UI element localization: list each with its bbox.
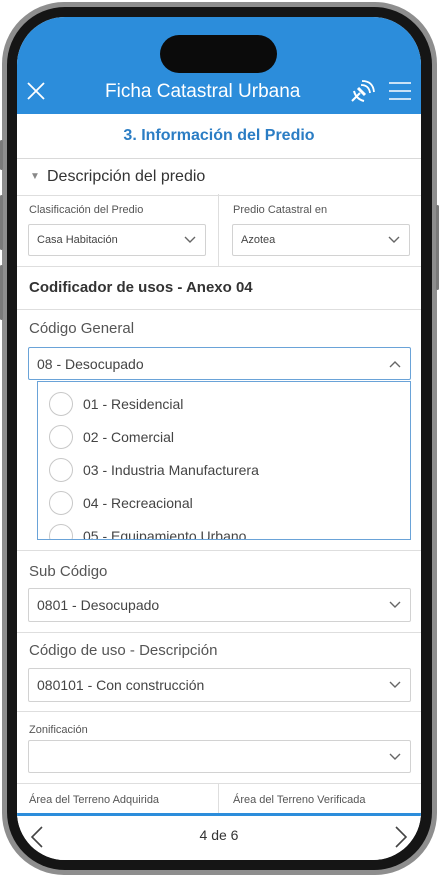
codigo-general-dropdown[interactable]: 01 - Residencial 02 - Comercial 03 - Ind… (37, 381, 411, 540)
sub-codigo-select[interactable]: 0801 - Desocupado (28, 588, 411, 622)
dropdown-option[interactable]: 01 - Residencial (38, 388, 410, 421)
chevron-down-icon (389, 748, 401, 766)
column-divider (218, 194, 219, 266)
radio-button[interactable] (49, 425, 73, 449)
chevron-down-icon (389, 676, 401, 694)
option-label: 01 - Residencial (83, 396, 184, 412)
page-indicator: 4 de 6 (199, 827, 239, 843)
close-icon[interactable] (25, 80, 47, 102)
codigo-general-value: 08 - Desocupado (37, 355, 144, 372)
dropdown-option[interactable]: 03 - Industria Manufacturera (38, 454, 410, 487)
phone-volume-down (0, 265, 3, 320)
chevron-right-icon[interactable] (393, 825, 409, 849)
area-adquirida-label: Área del Terreno Adquirida (29, 794, 160, 806)
clasificacion-select[interactable]: Casa Habitación (28, 224, 206, 256)
radio-button[interactable] (49, 392, 73, 416)
row-divider (17, 550, 421, 551)
group-header-descripcion[interactable]: ▼ Descripción del predio (17, 159, 421, 196)
phone-volume-up (0, 195, 3, 250)
option-label: 05 - Equipamiento Urbano (83, 528, 247, 540)
dropdown-option[interactable]: 04 - Recreacional (38, 487, 410, 520)
zonificacion-label: Zonificación (29, 724, 88, 736)
radio-button[interactable] (49, 491, 73, 515)
satellite-icon[interactable] (348, 79, 376, 105)
codigo-general-label: Código General (29, 320, 135, 337)
row-divider (17, 711, 421, 712)
codigo-uso-value: 080101 - Con construcción (37, 677, 205, 693)
dynamic-island (160, 35, 277, 73)
codigo-uso-select[interactable]: 080101 - Con construcción (28, 668, 411, 702)
radio-button[interactable] (49, 458, 73, 482)
row-divider (17, 783, 421, 784)
app-header: Ficha Catastral Urbana (17, 17, 421, 114)
codificador-heading: Codificador de usos - Anexo 04 (29, 279, 253, 296)
option-label: 04 - Recreacional (83, 495, 193, 511)
section-title: 3. Información del Predio (17, 114, 421, 159)
chevron-down-icon (388, 231, 400, 249)
area-verificada-label: Área del Terreno Verificada (233, 794, 366, 806)
app-title: Ficha Catastral Urbana (105, 81, 301, 102)
chevron-down-icon (184, 231, 196, 249)
row-divider (17, 309, 421, 310)
option-label: 02 - Comercial (83, 429, 175, 445)
predio-catastral-select[interactable]: Azotea (232, 224, 410, 256)
pagination-footer: 4 de 6 (17, 813, 421, 860)
dropdown-option[interactable]: 05 - Equipamiento Urbano (38, 520, 410, 540)
chevron-down-icon (389, 596, 401, 614)
radio-button[interactable] (49, 524, 73, 539)
row-divider (17, 266, 421, 267)
predio-catastral-label: Predio Catastral en (233, 204, 328, 216)
sub-codigo-label: Sub Código (29, 563, 108, 580)
clasificacion-value: Casa Habitación (37, 234, 118, 246)
zonificacion-select[interactable] (28, 740, 411, 773)
sub-codigo-value: 0801 - Desocupado (37, 597, 160, 613)
codigo-general-select[interactable]: 08 - Desocupado (28, 347, 411, 380)
dropdown-option[interactable]: 02 - Comercial (38, 421, 410, 454)
clasificacion-label: Clasificación del Predio (29, 204, 144, 216)
app-screen: Ficha Catastral Urbana 3. Información de… (17, 17, 421, 860)
option-label: 03 - Industria Manufacturera (83, 462, 259, 478)
group-label: Descripción del predio (47, 168, 206, 185)
predio-catastral-value: Azotea (241, 234, 276, 246)
row-divider (17, 632, 421, 633)
chevron-up-icon (389, 355, 401, 373)
codigo-uso-label: Código de uso - Descripción (29, 642, 218, 659)
hamburger-menu-icon[interactable] (388, 81, 412, 101)
collapse-triangle-icon: ▼ (30, 171, 40, 182)
phone-side-button (0, 140, 3, 170)
column-divider (218, 784, 219, 814)
